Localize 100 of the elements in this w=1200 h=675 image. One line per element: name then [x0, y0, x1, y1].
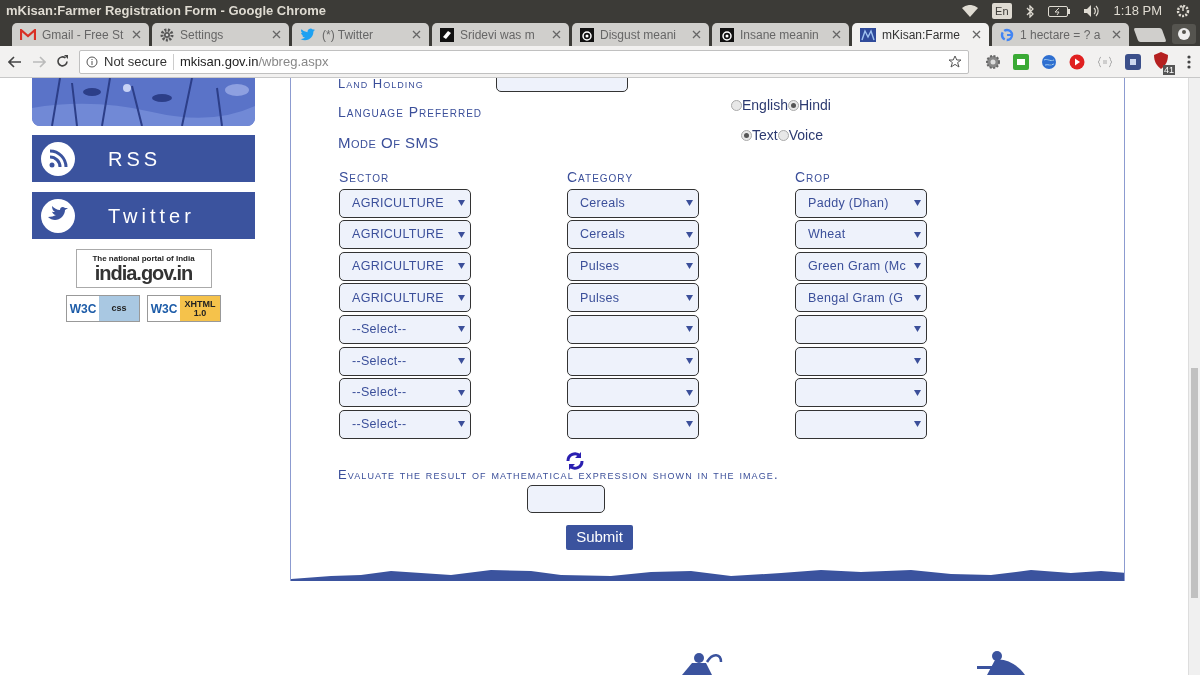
settings-icon: [160, 27, 174, 42]
close-icon[interactable]: [412, 30, 421, 39]
clock[interactable]: 1:18 PM: [1113, 1, 1162, 21]
caret-icon: [686, 200, 693, 207]
dropdown[interactable]: [567, 314, 699, 344]
portal-tagline: The national portal of India: [92, 254, 195, 263]
dropdown[interactable]: AGRICULTURE: [339, 220, 471, 250]
dropdown[interactable]: [795, 346, 927, 376]
radio-button[interactable]: [787, 100, 799, 111]
dropdown[interactable]: Wheat: [795, 220, 927, 250]
dropdown[interactable]: [795, 314, 927, 344]
close-icon[interactable]: [552, 30, 561, 39]
dropdown[interactable]: Paddy (Dhan): [795, 188, 927, 218]
browser-tab[interactable]: mKisan:Farme: [852, 23, 989, 46]
shield-icon[interactable]: [1153, 51, 1169, 69]
dropdown[interactable]: --Select--: [339, 346, 471, 376]
caret-icon: [914, 389, 921, 396]
refresh-icon[interactable]: [565, 451, 585, 470]
caret-icon: [914, 326, 921, 333]
dropdown[interactable]: --Select--: [339, 409, 471, 439]
browser-tab[interactable]: Insane meanin: [712, 23, 849, 46]
close-icon[interactable]: [132, 30, 141, 39]
gear-icon[interactable]: [985, 53, 1001, 70]
dropdown[interactable]: AGRICULTURE: [339, 188, 471, 218]
radio-button[interactable]: [741, 130, 752, 141]
back-arrow-icon[interactable]: [8, 55, 22, 68]
radio-button[interactable]: [731, 100, 742, 111]
dropdown[interactable]: [567, 378, 699, 408]
battery-icon[interactable]: [1047, 5, 1070, 17]
star-icon[interactable]: [948, 54, 962, 69]
puzzle-icon[interactable]: [1125, 53, 1141, 70]
profile-icon[interactable]: [1172, 24, 1196, 44]
browser-tab[interactable]: Sridevi was m: [432, 23, 569, 46]
social-link-button[interactable]: RSS: [32, 135, 255, 182]
dropdown[interactable]: Pulses: [567, 283, 699, 313]
captcha-answer-field[interactable]: [527, 484, 605, 513]
book-icon: [440, 27, 454, 42]
caret-icon: [914, 231, 921, 238]
caret-icon: [458, 358, 465, 365]
dropdown[interactable]: Cereals: [567, 220, 699, 250]
wifi-icon[interactable]: [962, 5, 979, 17]
dropdown[interactable]: Pulses: [567, 251, 699, 281]
dropdown[interactable]: Bengal Gram (G: [795, 283, 927, 313]
close-icon[interactable]: [972, 30, 981, 39]
dropdown[interactable]: AGRICULTURE: [339, 251, 471, 281]
caret-icon: [686, 263, 693, 270]
printer-icon[interactable]: [1013, 53, 1029, 70]
play-icon[interactable]: [1069, 53, 1085, 70]
caret-icon: [914, 358, 921, 365]
close-icon[interactable]: [832, 30, 841, 39]
dropdown[interactable]: Cereals: [567, 188, 699, 218]
caret-icon: [458, 231, 465, 238]
dropdown[interactable]: [567, 409, 699, 439]
envelope-icon: [20, 28, 36, 41]
caret-icon: [458, 421, 465, 428]
volume-icon[interactable]: [1083, 5, 1100, 17]
caret-icon: [686, 231, 693, 238]
browser-tab[interactable]: Settings: [152, 23, 289, 46]
caret-icon: [458, 389, 465, 396]
ring-icon: [580, 27, 594, 42]
dropdown[interactable]: --Select--: [339, 378, 471, 408]
browser-tab[interactable]: Disgust meani: [572, 23, 709, 46]
address-field[interactable]: Not secure mkisan.gov.in/wbreg.aspx: [79, 49, 969, 74]
close-icon[interactable]: [272, 30, 281, 39]
field-label: Mode Of SMS: [338, 135, 441, 152]
browser-tab[interactable]: Gmail - Free St: [12, 23, 149, 46]
validator-badge[interactable]: W3C css: [66, 295, 140, 322]
browser-tab[interactable]: (*) Twitter: [292, 23, 429, 46]
scrollbar[interactable]: [1188, 78, 1200, 675]
close-icon[interactable]: [692, 30, 701, 39]
caret-icon: [914, 294, 921, 301]
tab-title: Insane meanin: [740, 26, 820, 44]
new-tab-button[interactable]: [1133, 28, 1167, 42]
radio-button[interactable]: [777, 130, 789, 141]
tab-title: 1 hectare = ? a: [1020, 26, 1102, 44]
tab-title: mKisan:Farme: [882, 26, 962, 44]
radio-label: Hindi: [798, 96, 831, 115]
social-link-button[interactable]: Twitter: [32, 192, 255, 239]
caret-icon: [914, 263, 921, 270]
power-gear-icon[interactable]: [1176, 4, 1190, 18]
keyboard-language-indicator[interactable]: En: [992, 2, 1012, 20]
browser-tab[interactable]: 1 hectare = ? a: [992, 23, 1129, 46]
dropdown[interactable]: --Select--: [339, 314, 471, 344]
dropdown[interactable]: Green Gram (Mc: [795, 251, 927, 281]
caret-icon: [686, 294, 693, 301]
radio-label: Voice: [788, 126, 823, 145]
close-icon[interactable]: [1112, 30, 1121, 39]
caret-icon: [686, 326, 693, 333]
submit-button[interactable]: Submit: [566, 524, 633, 550]
dropdown[interactable]: [795, 378, 927, 408]
globe-icon[interactable]: [1041, 53, 1057, 70]
reload-icon[interactable]: [56, 55, 69, 68]
portal-badge[interactable]: The national portal of India india.gov.in: [75, 249, 212, 288]
bluetooth-icon[interactable]: [1025, 4, 1034, 18]
dropdown[interactable]: [795, 409, 927, 439]
menu-icon[interactable]: [1187, 54, 1191, 69]
info-icon[interactable]: [86, 55, 98, 68]
dropdown[interactable]: [567, 346, 699, 376]
dropdown[interactable]: AGRICULTURE: [339, 283, 471, 313]
caret-icon: [458, 263, 465, 270]
